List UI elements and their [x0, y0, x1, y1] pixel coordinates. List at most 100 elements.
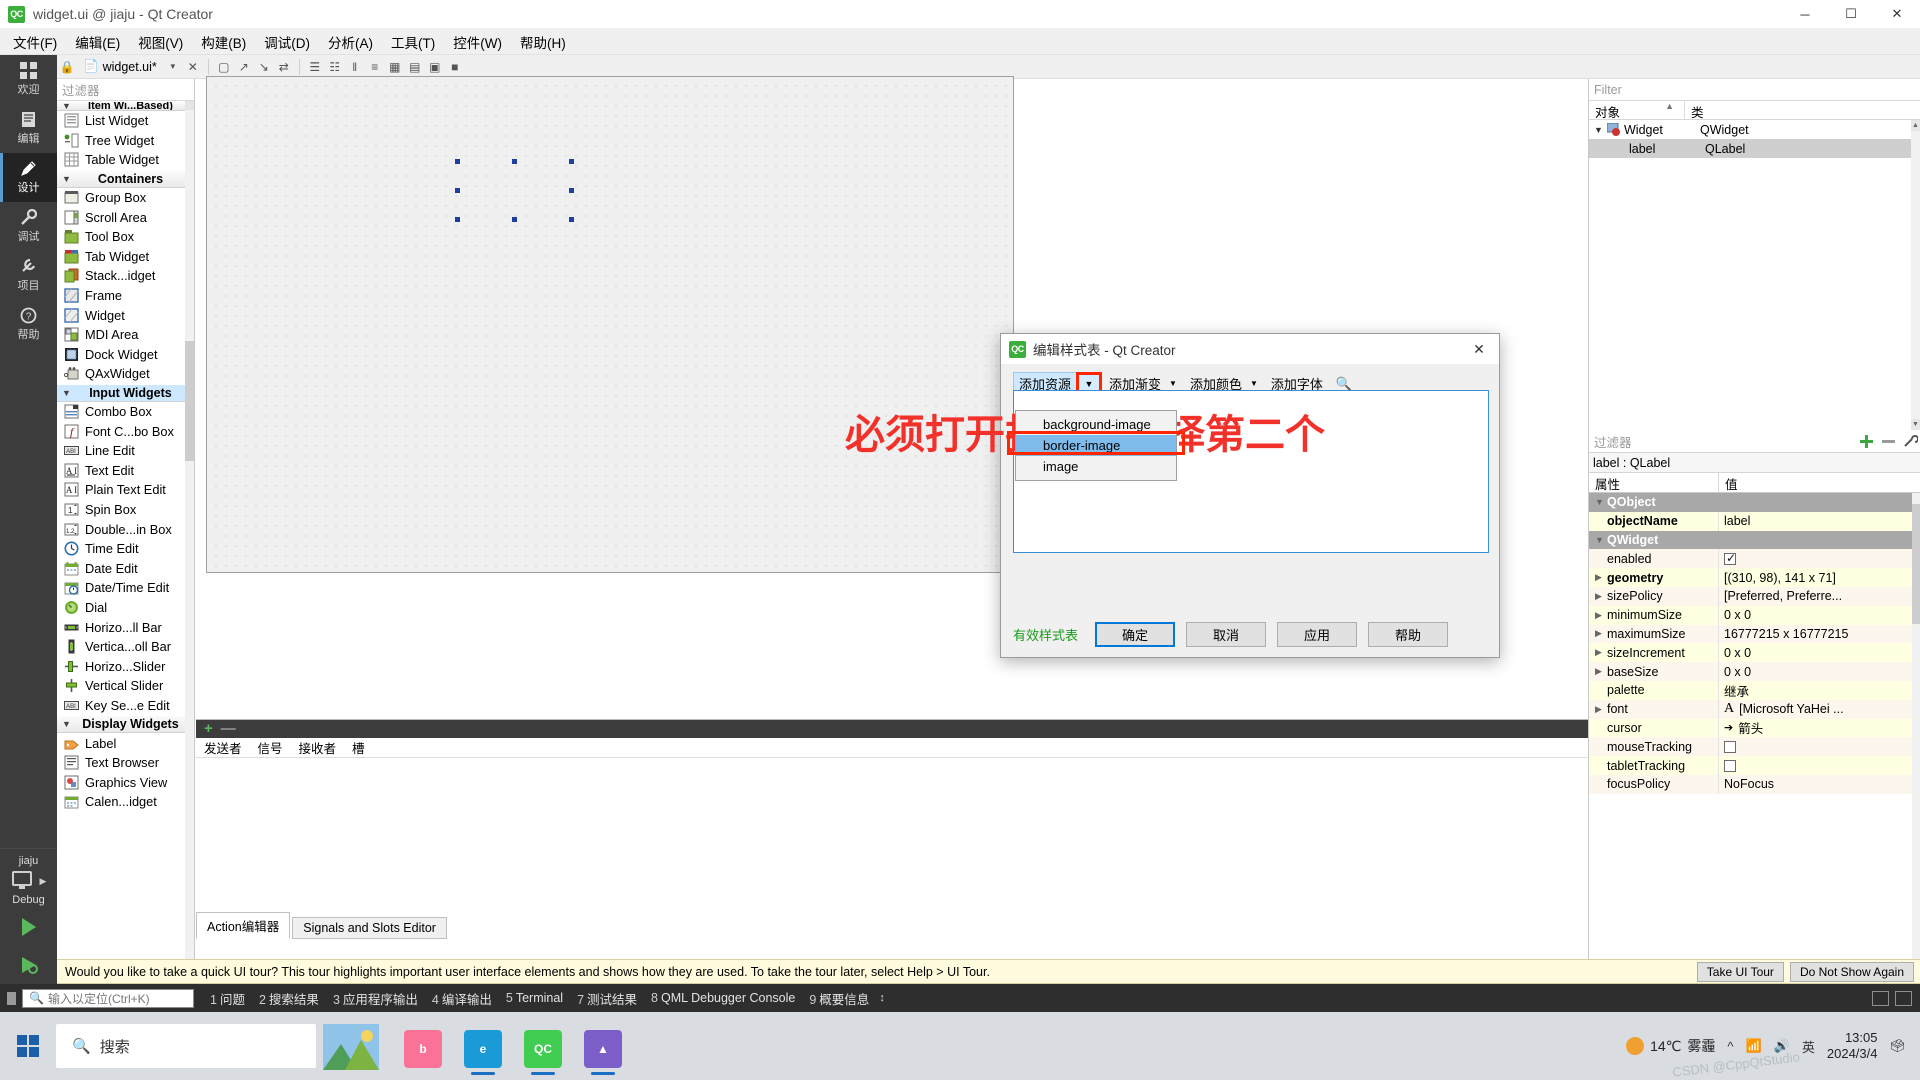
remove-connection-icon[interactable]: — — [221, 721, 236, 736]
mode-项目[interactable]: 项目 — [0, 251, 57, 300]
chevron-down-icon[interactable]: ▼ — [1594, 125, 1603, 135]
object-row-label[interactable]: label QLabel — [1589, 139, 1920, 158]
task-view-button[interactable] — [316, 1016, 386, 1076]
widget-item-dial[interactable]: Dial — [57, 598, 194, 618]
widget-item-combobox[interactable]: Combo Box — [57, 402, 194, 422]
object-tree-scroll-down[interactable]: ▼ — [1911, 419, 1920, 430]
layout-grid-icon[interactable]: ▦ — [385, 57, 405, 77]
widget-item-scrollarea[interactable]: Scroll Area — [57, 207, 194, 227]
property-row-QObject[interactable]: ▼ QObject — [1589, 493, 1920, 512]
chevron-right-icon[interactable]: ▶ — [1595, 610, 1603, 621]
layout-vertically-icon[interactable]: ☷ — [325, 57, 345, 77]
mode-设计[interactable]: 设计 — [0, 153, 57, 202]
object-column-header[interactable]: 对象 ▲ — [1589, 101, 1685, 120]
output-pane-QML Debugger Console[interactable]: 8 QML Debugger Console — [651, 991, 795, 1005]
edit-widgets-icon[interactable]: ▢ — [214, 57, 234, 77]
chevron-right-icon[interactable]: ▶ — [1595, 666, 1603, 677]
mode-编辑[interactable]: 编辑 — [0, 104, 57, 153]
menu-view[interactable]: 视图(V) — [129, 29, 192, 55]
widget-item-lineedit[interactable]: ABI Line Edit — [57, 441, 194, 461]
menu-file[interactable]: 文件(F) — [4, 29, 66, 55]
property-checkbox[interactable] — [1724, 759, 1736, 772]
qt-creator-app[interactable]: QC — [518, 1016, 568, 1076]
selection-handle-t[interactable] — [512, 159, 517, 164]
widget-item-verticaollbar[interactable]: Vertica...oll Bar — [57, 637, 194, 657]
network-icon[interactable]: 📶 — [1745, 1038, 1761, 1054]
property-dropdown-menu[interactable]: background-image border-image image — [1007, 410, 1185, 481]
menu-edit[interactable]: 编辑(E) — [66, 29, 129, 55]
adjust-size-icon[interactable]: ■ — [445, 57, 465, 77]
add-gradient-dropdown-arrow[interactable]: ▼ — [1165, 379, 1181, 388]
tab-action-editor[interactable]: Action编辑器 — [196, 912, 291, 939]
widget-item-datetimeedit[interactable]: Date/Time Edit — [57, 578, 194, 598]
property-row-tabletTracking[interactable]: tabletTracking — [1589, 756, 1920, 775]
property-scroll-thumb[interactable] — [1912, 504, 1920, 624]
clock[interactable]: 13:05 2024/3/4 — [1827, 1030, 1878, 1063]
widget-item-calenidget[interactable]: Calen...idget — [57, 792, 194, 812]
plus-icon[interactable] — [1855, 431, 1877, 453]
property-row-font[interactable]: ▶ font A [Microsoft YaHei ... — [1589, 699, 1920, 719]
output-pane-updown-icon[interactable]: ↕ — [879, 992, 885, 1004]
edit-buddies-icon[interactable]: ↘ — [254, 57, 274, 77]
locator-input[interactable]: 🔍 输入以定位(Ctrl+K) — [22, 988, 194, 1008]
property-row-objectName[interactable]: objectName label — [1589, 511, 1920, 531]
output-pane-编译输出[interactable]: 4 编译输出 — [432, 989, 492, 1008]
property-filter-input[interactable]: 过滤器 — [1589, 432, 1855, 451]
widget-item-textedit[interactable]: A I Text Edit — [57, 461, 194, 481]
widget-item-fontcbobox[interactable]: f Font C...bo Box — [57, 421, 194, 441]
property-row-sizePolicy[interactable]: ▶ sizePolicy [Preferred, Preferre... — [1589, 586, 1920, 606]
dropdown-item-background-image[interactable]: background-image — [1016, 414, 1176, 435]
dropdown-item-image[interactable]: image — [1016, 456, 1176, 477]
layout-splitter-h-icon[interactable]: ‖ — [345, 57, 365, 77]
widget-item-stackidget[interactable]: Stack...idget — [57, 266, 194, 286]
property-row-mouseTracking[interactable]: mouseTracking — [1589, 737, 1920, 757]
apply-button[interactable]: 应用 — [1277, 621, 1358, 647]
widget-item-plaintextedit[interactable]: A I Plain Text Edit — [57, 480, 194, 500]
property-row-geometry[interactable]: ▶ geometry [(310, 98), 141 x 71] — [1589, 568, 1920, 587]
property-checkbox[interactable] — [1724, 551, 1736, 565]
tray-expand-icon[interactable]: ^ — [1727, 1039, 1733, 1054]
take-ui-tour-button[interactable]: Take UI Tour — [1696, 961, 1784, 982]
widget-item-dateedit[interactable]: Date Edit — [57, 558, 194, 578]
output-pane-问题[interactable]: 1 问题 — [210, 989, 245, 1008]
widget-item-label[interactable]: Label — [57, 733, 194, 753]
output-pane-搜索结果[interactable]: 2 搜索结果 — [259, 989, 319, 1008]
object-tree-scroll-up[interactable]: ▲ — [1911, 120, 1920, 131]
weather-widget[interactable]: 14℃ 雾霾 — [1626, 1036, 1715, 1056]
property-rows[interactable]: ▼QObjectobjectName label ▼QWidget enabled▶g… — [1589, 493, 1920, 933]
dialog-close-button[interactable]: ✕ — [1459, 334, 1499, 364]
widget-item-toolbox[interactable]: Tool Box — [57, 227, 194, 247]
property-row-palette[interactable]: palette 继承 — [1589, 680, 1920, 700]
widget-item-frame[interactable]: Frame — [57, 286, 194, 306]
minimize-button[interactable]: ─ — [1782, 0, 1828, 29]
chevron-down-icon[interactable]: ▼ — [1595, 497, 1604, 507]
layout-horizontally-icon[interactable]: ☰ — [305, 57, 325, 77]
property-row-maximumSize[interactable]: ▶ maximumSize 16777215 x 16777215 — [1589, 624, 1920, 644]
widget-item-keyseeedit[interactable]: ABI Key Se...e Edit — [57, 696, 194, 716]
property-row-QWidget[interactable]: ▼ QWidget — [1589, 530, 1920, 550]
bilibili-app[interactable]: b — [398, 1016, 448, 1076]
property-checkbox[interactable] — [1724, 740, 1736, 753]
mode-调试[interactable]: 调试 — [0, 202, 57, 251]
property-row-minimumSize[interactable]: ▶ minimumSize 0 x 0 — [1589, 605, 1920, 625]
run-button[interactable] — [0, 908, 57, 946]
chevron-right-icon[interactable]: ▶ — [1595, 572, 1603, 583]
chevron-right-icon[interactable]: ▶ — [1595, 628, 1603, 639]
output-pane-Terminal[interactable]: 5 Terminal — [506, 991, 563, 1005]
object-row-Widget[interactable]: ▼ Widget QWidget — [1589, 120, 1920, 139]
widget-box-filter[interactable]: 过滤器 — [57, 79, 194, 101]
do-not-show-again-button[interactable]: Do Not Show Again — [1789, 961, 1914, 982]
chevron-right-icon[interactable]: ▶ — [1595, 647, 1603, 658]
selection-handle-bl[interactable] — [455, 217, 460, 222]
edit-signals-slots-icon[interactable]: ↗ — [234, 57, 254, 77]
selection-handle-l[interactable] — [455, 188, 460, 193]
chevron-right-icon[interactable]: ▶ — [1595, 591, 1603, 602]
property-row-sizeIncrement[interactable]: ▶ sizeIncrement 0 x 0 — [1589, 643, 1920, 663]
property-row-baseSize[interactable]: ▶ baseSize 0 x 0 — [1589, 662, 1920, 681]
widget-box-scroll-up[interactable] — [185, 101, 194, 110]
wrench-icon[interactable] — [1899, 431, 1920, 453]
widget-item-tablewidget[interactable]: Table Widget — [57, 150, 194, 170]
minus-icon[interactable] — [1877, 431, 1899, 453]
object-inspector-tree[interactable]: ▼ Widget QWidget label QLabel — [1589, 120, 1920, 158]
widget-item-graphicsview[interactable]: Graphics View — [57, 772, 194, 792]
